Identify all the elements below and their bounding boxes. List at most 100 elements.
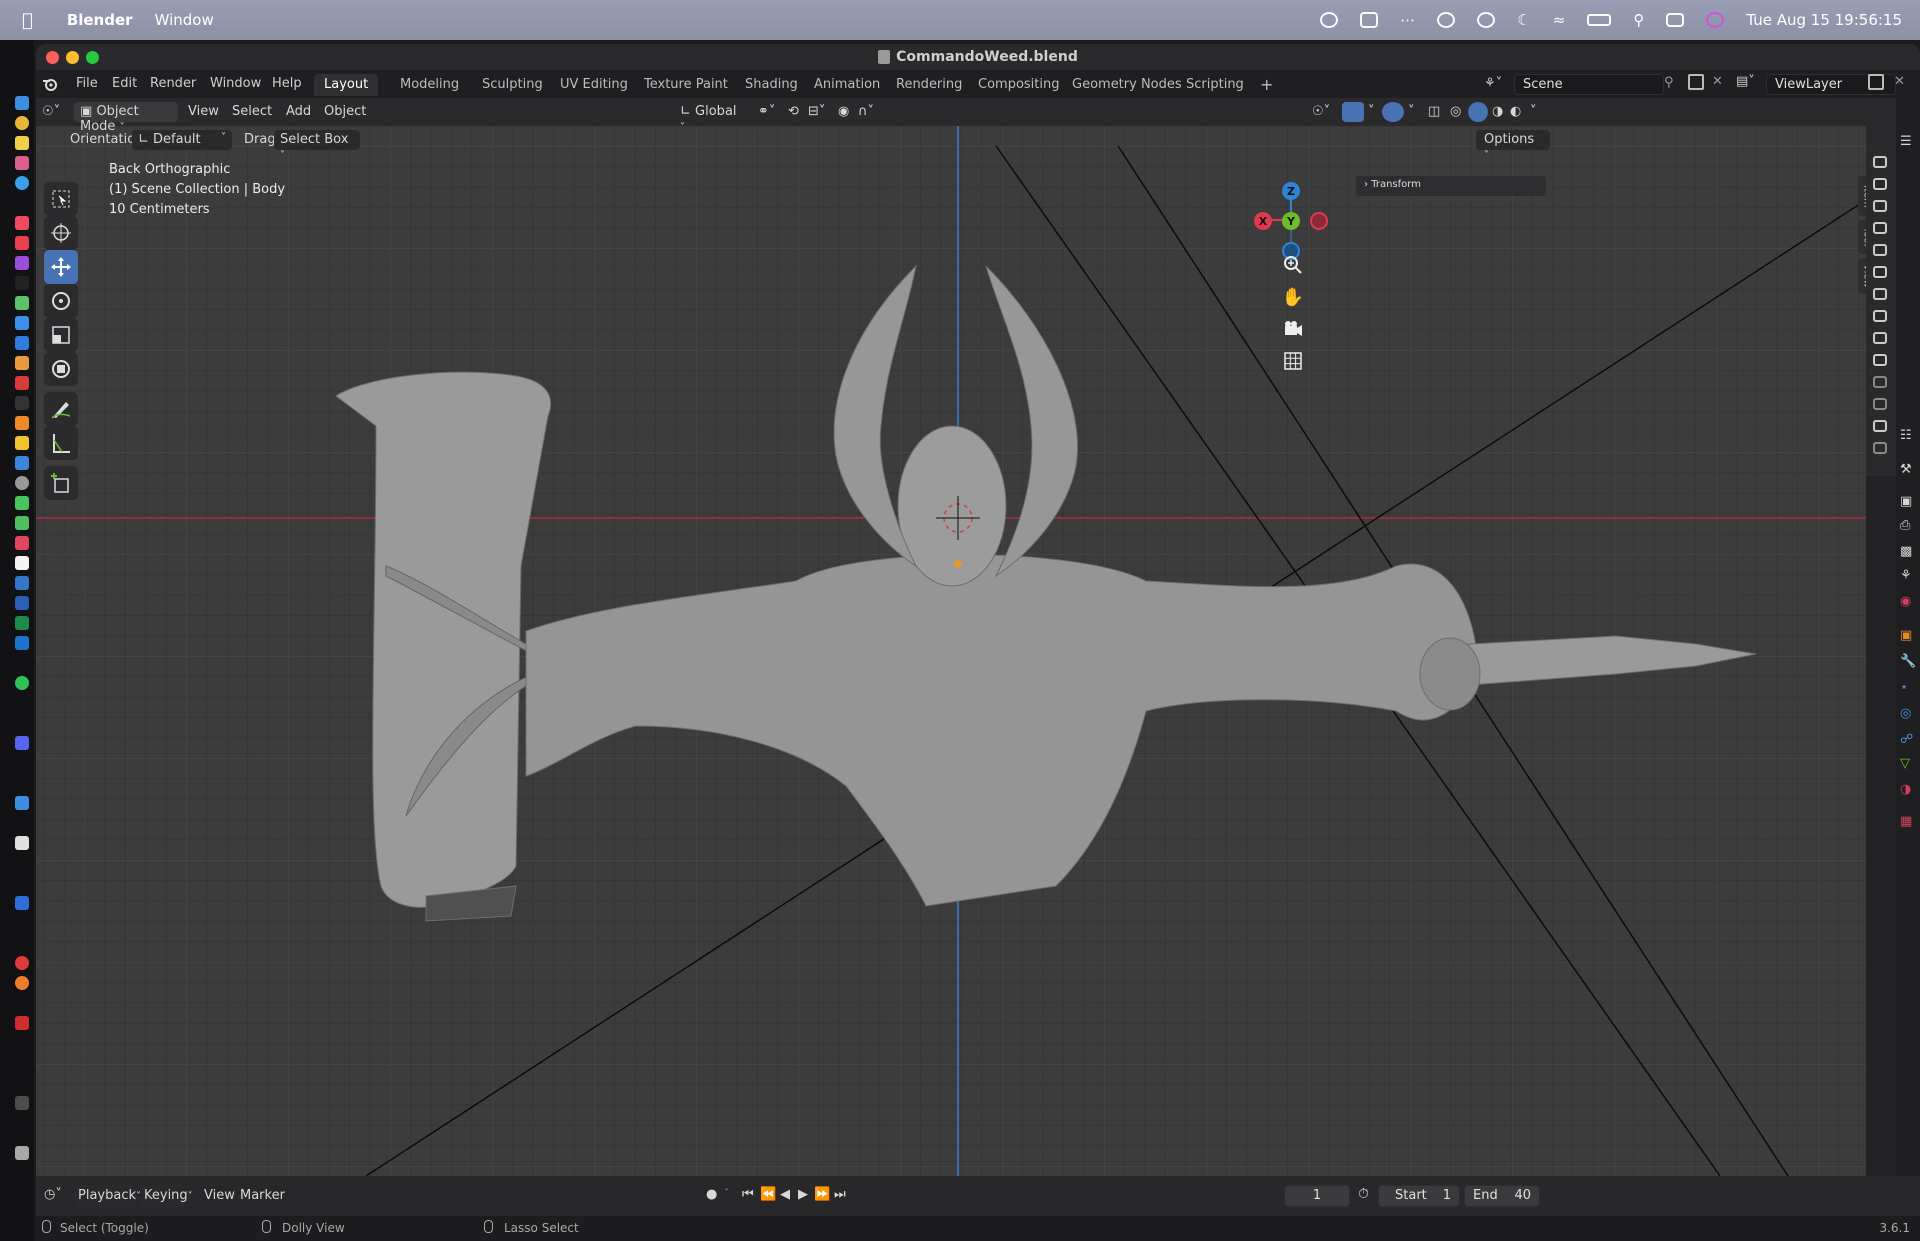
- scene-name-field[interactable]: Scene: [1514, 74, 1664, 95]
- camera-visibility-icon[interactable]: [1873, 266, 1887, 278]
- dock-photos-icon[interactable]: [15, 156, 29, 170]
- timeline-marker-menu[interactable]: Marker: [240, 1188, 285, 1203]
- ortho-toggle-button[interactable]: [1278, 346, 1308, 376]
- play-reverse-button[interactable]: ◀: [780, 1187, 790, 1202]
- dock-whatsapp-icon[interactable]: [15, 676, 29, 690]
- tab-modeling[interactable]: Modeling: [390, 74, 469, 96]
- camera-view-button[interactable]: [1278, 314, 1308, 344]
- dock-facetime-icon[interactable]: [15, 516, 29, 530]
- proportional-edit-icon[interactable]: ◉: [838, 104, 849, 119]
- end-frame-field[interactable]: End 40: [1464, 1185, 1540, 1207]
- dock-outlook-icon[interactable]: [15, 636, 29, 650]
- snap-target-icon[interactable]: ⊟˅: [808, 104, 825, 119]
- sidebar-tab-item[interactable]: Item: [1858, 176, 1866, 216]
- dock-settings-icon[interactable]: [15, 476, 29, 490]
- dock-mail-icon[interactable]: [15, 316, 29, 330]
- tool-properties-icon[interactable]: ⚒: [1900, 462, 1912, 477]
- tab-geometry-nodes[interactable]: Geometry Nodes: [1062, 74, 1192, 96]
- gizmo-neg-x-axis[interactable]: [1310, 212, 1328, 230]
- dock-trash-icon[interactable]: [15, 1146, 29, 1160]
- timeline-editor-icon[interactable]: ◷˅: [44, 1187, 62, 1202]
- dock-notes-icon[interactable]: [15, 136, 29, 150]
- tab-shading[interactable]: Shading: [735, 74, 808, 96]
- outliner-editor-icon[interactable]: ☰: [1900, 134, 1912, 149]
- properties-editor-icon[interactable]: ☷: [1900, 428, 1912, 443]
- annotate-tool[interactable]: [44, 392, 78, 426]
- dock-music2-icon[interactable]: [15, 536, 29, 550]
- dock-word-icon[interactable]: [15, 596, 29, 610]
- dock-drive-icon[interactable]: [15, 436, 29, 450]
- data-properties-icon[interactable]: ▽: [1900, 756, 1910, 771]
- dock-opera-icon[interactable]: [15, 956, 29, 970]
- auto-key-dropdown-icon[interactable]: ˅: [724, 1188, 729, 1199]
- dock-books-icon[interactable]: [15, 356, 29, 370]
- playback-menu[interactable]: Playback˅: [74, 1185, 141, 1207]
- menu-window[interactable]: Window: [155, 11, 214, 29]
- pan-view-button[interactable]: ✋: [1278, 282, 1308, 312]
- dock-orange-app-icon[interactable]: [15, 416, 29, 430]
- camera-visibility-icon[interactable]: [1873, 398, 1887, 410]
- gizmo-z-axis[interactable]: Z: [1282, 182, 1300, 200]
- dock-appstore-icon[interactable]: [15, 336, 29, 350]
- camera-visibility-icon[interactable]: [1873, 156, 1887, 168]
- camera-visibility-icon[interactable]: [1873, 200, 1887, 212]
- camera-visibility-icon[interactable]: [1873, 420, 1887, 432]
- material-properties-icon[interactable]: ◑: [1900, 782, 1911, 797]
- zoom-view-button[interactable]: [1278, 250, 1308, 280]
- menu-view[interactable]: View: [188, 104, 219, 119]
- dock-calendar-icon[interactable]: [15, 556, 29, 570]
- do-not-disturb-icon[interactable]: ☾: [1517, 11, 1530, 29]
- view-layer-icon[interactable]: ▤˅: [1736, 74, 1755, 89]
- viewport-canvas[interactable]: [36, 126, 1866, 1176]
- add-workspace-button[interactable]: +: [1250, 74, 1283, 96]
- siri-icon[interactable]: [1706, 12, 1725, 28]
- dock-terminal-icon[interactable]: [15, 396, 29, 410]
- move-tool[interactable]: [44, 250, 78, 284]
- tab-uv-editing[interactable]: UV Editing: [550, 74, 638, 96]
- dock-files-icon[interactable]: [15, 456, 29, 470]
- constraint-properties-icon[interactable]: ☍: [1900, 732, 1913, 747]
- camera-visibility-icon[interactable]: [1873, 178, 1887, 190]
- measure-tool[interactable]: [44, 426, 78, 460]
- battery-icon[interactable]: [1587, 14, 1612, 26]
- current-frame-field[interactable]: 1: [1284, 1185, 1350, 1207]
- object-properties-icon[interactable]: ▣: [1900, 628, 1912, 643]
- record-button[interactable]: ●: [706, 1187, 717, 1202]
- new-view-layer-icon[interactable]: [1868, 74, 1884, 90]
- orientation-dropdown[interactable]: ∟ Default ˅: [132, 130, 232, 150]
- dock-appletv-icon[interactable]: [15, 276, 29, 290]
- jump-end-button[interactable]: ⏭: [834, 1187, 846, 1202]
- sidebar-tab-view[interactable]: View: [1858, 258, 1866, 294]
- dock-downloads-icon[interactable]: [15, 1096, 29, 1110]
- dock-maps-icon[interactable]: [15, 296, 29, 310]
- menu-file[interactable]: File: [76, 76, 98, 91]
- zoom-button[interactable]: [86, 51, 99, 64]
- wifi-icon[interactable]: ≈: [1553, 11, 1566, 29]
- select-box-tool[interactable]: [44, 182, 78, 216]
- new-scene-icon[interactable]: [1688, 74, 1704, 90]
- add-cube-tool[interactable]: [44, 466, 78, 500]
- physics-properties-icon[interactable]: ◎: [1900, 706, 1911, 721]
- menu-add[interactable]: Add: [286, 104, 311, 119]
- gizmo-toggle[interactable]: [1342, 102, 1364, 122]
- gizmo-y-axis[interactable]: Y: [1282, 212, 1300, 230]
- dock-finder-icon[interactable]: [15, 96, 29, 110]
- gizmo-x-axis[interactable]: X: [1254, 212, 1272, 230]
- menu-help[interactable]: Help: [272, 76, 302, 91]
- apple-logo-icon[interactable]: : [22, 10, 33, 31]
- close-button[interactable]: [46, 51, 59, 64]
- dock-acrobat-icon[interactable]: [15, 1016, 29, 1030]
- app-menu-blender[interactable]: Blender: [67, 11, 133, 29]
- options-dropdown[interactable]: Options ˅: [1476, 130, 1550, 161]
- shading-dropdown-icon[interactable]: ˅: [1530, 104, 1537, 119]
- editor-type-icon[interactable]: ☉˅: [42, 104, 60, 119]
- modifier-properties-icon[interactable]: 🔧: [1900, 654, 1916, 669]
- dock-safari-icon[interactable]: [15, 176, 29, 190]
- overlay-toggle[interactable]: [1382, 102, 1404, 122]
- scene-selector-icon[interactable]: ⚘˅: [1484, 76, 1502, 91]
- stopwatch-icon[interactable]: ⏱: [1358, 1186, 1369, 1202]
- overlay-dropdown-icon[interactable]: ˅: [1408, 104, 1415, 119]
- control-center-icon[interactable]: [1666, 13, 1685, 27]
- sidebar-tab-tool[interactable]: Tool: [1858, 220, 1866, 254]
- blender-logo-icon[interactable]: [42, 76, 58, 92]
